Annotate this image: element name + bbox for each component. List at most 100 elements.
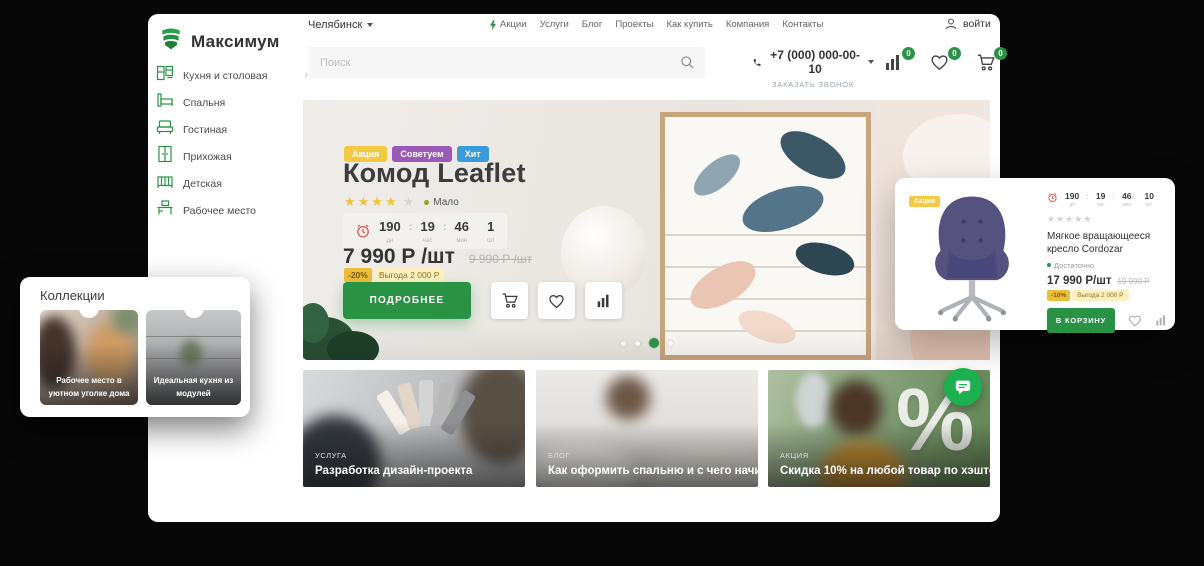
nav-link-label: Услуги	[540, 19, 569, 30]
availability-dot	[1047, 263, 1051, 267]
countdown-quantity: 10шт	[1144, 192, 1153, 208]
popup-actions: В корзину	[1047, 308, 1167, 333]
discount-percent-badge: -10%	[1047, 290, 1070, 301]
availability-label: Достаточно	[1054, 261, 1094, 270]
nav-link-projects[interactable]: Проекты	[615, 19, 653, 30]
promo-card-service[interactable]: Услуга Разработка дизайн-проекта	[303, 370, 525, 487]
countdown-value: 10	[1144, 192, 1153, 201]
alarm-clock-icon	[1047, 192, 1058, 203]
sidebar-item-kids[interactable]: Детская ›	[156, 170, 308, 197]
countdown-value: 19	[1096, 192, 1105, 201]
workspace-icon	[156, 199, 174, 222]
add-to-cart-button[interactable]: В корзину	[1047, 308, 1115, 333]
nav-link-sales[interactable]: Акции	[489, 19, 527, 30]
popup-countdown: 190дн : 19час : 46мин 10шт	[1047, 192, 1167, 208]
product-title-link[interactable]: Мягкое вращающееся кресло Cordozar	[1047, 230, 1167, 257]
add-to-cart-button[interactable]	[491, 282, 528, 319]
add-to-compare-button[interactable]	[1155, 314, 1167, 326]
callback-link[interactable]: заказать звонок	[752, 80, 874, 89]
slider-dot-1[interactable]	[621, 341, 626, 346]
collection-caption: Идеальная кухня из модулей	[150, 375, 237, 400]
phone-number-text: +7 (000) 000-00-10	[767, 48, 863, 76]
logo-shield-icon	[158, 26, 184, 57]
countdown-minutes: 46мин	[1122, 192, 1131, 208]
sidebar-item-bedroom[interactable]: Спальня ›	[156, 89, 308, 116]
sidebar-item-label: Детская	[183, 178, 295, 190]
nav-link-services[interactable]: Услуги	[540, 19, 569, 30]
promo-title: Скидка 10% на любой товар по хэштегу	[780, 465, 990, 477]
cart-icon	[501, 292, 519, 309]
details-button[interactable]: Подробнее	[343, 282, 471, 319]
chat-widget-button[interactable]	[944, 368, 982, 406]
region-selector[interactable]: Челябинск	[308, 19, 373, 31]
compare-bars-icon	[1155, 314, 1167, 326]
sidebar-item-workspace[interactable]: Рабочее место ›	[156, 197, 308, 224]
lightning-icon	[489, 20, 497, 30]
countdown-label: мин	[1122, 202, 1131, 208]
nav-link-label: Акции	[500, 19, 527, 30]
collection-card-kitchen[interactable]: Идеальная кухня из модулей	[146, 310, 241, 405]
countdown-label: час	[1096, 202, 1105, 208]
availability: Достаточно	[1047, 261, 1167, 270]
favorites-count-badge: 0	[948, 47, 961, 60]
collection-card-workspace[interactable]: Рабочее место в уютном уголке дома	[40, 310, 138, 405]
hero-rating: ★★★★ ★ Мало	[344, 194, 459, 210]
search-icon[interactable]	[680, 55, 695, 75]
favorites-button[interactable]: 0	[930, 53, 952, 73]
search-input[interactable]	[308, 47, 705, 78]
price-current: 17 990 Р/шт	[1047, 275, 1111, 287]
add-to-favorites-button[interactable]	[1128, 314, 1142, 327]
countdown-label: шт	[487, 238, 495, 244]
add-to-favorites-button[interactable]	[538, 282, 575, 319]
slider-dot-3-active[interactable]	[649, 338, 659, 348]
promo-card-blog[interactable]: Блог Как оформить спальню и с чего начин…	[536, 370, 758, 487]
hero-price-row: 7 990 Р /шт 9 990 Р /шт	[343, 246, 532, 267]
sidebar-item-kitchen[interactable]: Кухня и столовая ›	[156, 62, 308, 89]
discount-benefit-badge: Выгода 2 000 Р	[374, 268, 445, 282]
compare-button[interactable]: 0	[884, 53, 906, 73]
topnav: Акции Услуги Блог Проекты Как купить Ком…	[489, 19, 823, 30]
alarm-clock-icon	[355, 223, 371, 239]
hero-cabinet-art	[660, 112, 871, 360]
cart-icon	[976, 53, 996, 72]
nav-link-how-to-buy[interactable]: Как купить	[666, 19, 712, 30]
countdown-separator: :	[1112, 192, 1115, 201]
add-to-compare-button[interactable]	[585, 282, 622, 319]
hero-product-title: Комод Leaflet	[343, 158, 526, 189]
discount-percent-badge: -20%	[344, 268, 372, 282]
sidebar-item-livingroom[interactable]: Гостиная ›	[156, 116, 308, 143]
promo-tag: Блог	[548, 451, 570, 460]
phone-number[interactable]: +7 (000) 000-00-10	[752, 48, 874, 76]
login-button[interactable]: войти	[944, 17, 991, 31]
login-label: войти	[963, 18, 991, 30]
compare-bars-icon	[884, 53, 902, 71]
nav-link-blog[interactable]: Блог	[582, 19, 603, 30]
countdown-value: 19	[420, 219, 434, 234]
promo-title: Как оформить спальню и с чего начинать	[548, 465, 758, 477]
nav-link-company[interactable]: Компания	[726, 19, 769, 30]
product-card-popup: Акция 190дн : 19час : 46мин 10шт ★★★★★ М…	[895, 178, 1175, 330]
nav-link-contacts[interactable]: Контакты	[782, 19, 823, 30]
promo-tag: Акция	[780, 451, 809, 460]
slider-dot-4[interactable]	[668, 341, 673, 346]
sidebar-item-hallway[interactable]: Прихожая ›	[156, 143, 308, 170]
nav-link-label: Проекты	[615, 19, 653, 30]
countdown-separator: :	[443, 221, 447, 233]
countdown-value: 190	[1065, 192, 1079, 201]
sidebar-item-label: Кухня и столовая	[183, 70, 295, 82]
countdown-separator: :	[1086, 192, 1089, 201]
catalog-sidebar: Кухня и столовая › Спальня › Гостиная › …	[156, 62, 308, 224]
nav-link-label: Как купить	[666, 19, 712, 30]
collection-caption: Рабочее место в уютном уголке дома	[44, 375, 134, 400]
logo[interactable]: Максимум	[158, 26, 280, 57]
cart-button[interactable]: 0	[976, 53, 998, 73]
slider-dot-2[interactable]	[635, 341, 640, 346]
popup-price-row: 17 990 Р/шт 19 990 Р	[1047, 275, 1167, 287]
countdown-label: дн	[1065, 202, 1079, 208]
countdown-label: час	[420, 238, 434, 244]
bedroom-icon	[156, 91, 174, 114]
promo-tag: Услуга	[315, 451, 347, 460]
availability-dot	[424, 200, 429, 205]
search-bar	[308, 47, 705, 78]
heart-icon	[548, 293, 565, 309]
